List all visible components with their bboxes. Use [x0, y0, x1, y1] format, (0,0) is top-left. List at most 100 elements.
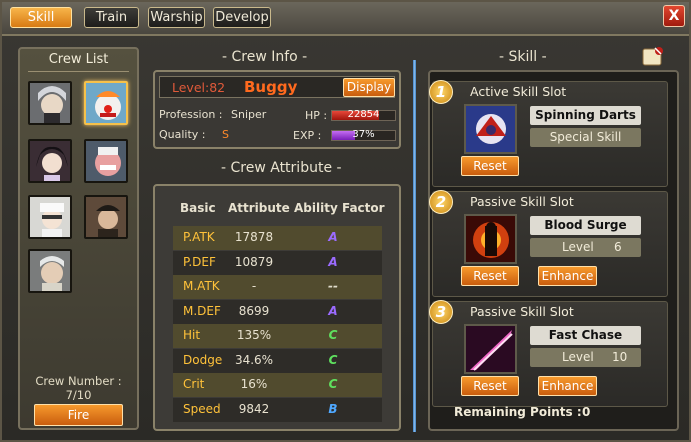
level-label: Level — [562, 240, 594, 254]
reset-button[interactable]: Reset — [461, 266, 519, 286]
crew-list-panel: Crew List Crew Number : 7/10 Fire — [18, 47, 139, 430]
ability-factor-grade: C — [328, 328, 338, 342]
attribute-basic: Hit — [183, 328, 201, 342]
remaining-points-value: 0 — [582, 405, 591, 419]
slot-title: Passive Skill Slot — [470, 304, 574, 319]
ability-factor-grade: C — [328, 352, 338, 367]
header-attribute: Attribute — [228, 201, 290, 215]
passive-skill-slot: 3 Passive Skill Slot Fast Chase Level 10… — [429, 300, 668, 407]
ability-factor-grade: B — [328, 401, 338, 416]
attribute-basic: P.DEF — [183, 254, 216, 269]
crew-portrait-smoker[interactable] — [28, 249, 72, 293]
ability-factor-grade: A — [328, 303, 338, 318]
enhance-button[interactable]: Enhance — [538, 266, 597, 286]
skill-name: Spinning Darts — [530, 106, 641, 125]
table-row: Crit 16% C — [173, 373, 382, 397]
crew-attribute-title: - Crew Attribute - — [221, 160, 342, 176]
table-row: M.ATK - -- — [173, 275, 382, 299]
slot-number-badge: 2 — [429, 190, 453, 214]
quality-value: S — [222, 128, 229, 141]
active-skill-slot: 1 Active Skill Slot Spinning Darts Speci… — [429, 80, 668, 187]
table-row: P.DEF 10879 A — [173, 250, 382, 275]
crew-portrait-dark-hair[interactable] — [28, 139, 72, 183]
skill-level: Level 6 — [530, 238, 641, 257]
attribute-basic: M.ATK — [183, 279, 220, 293]
tab-develop[interactable]: Develop — [213, 7, 271, 28]
crew-list-title: Crew List — [48, 52, 109, 67]
exp-bar: 37% — [331, 129, 396, 141]
slot-number-badge: 3 — [429, 300, 453, 324]
ability-factor-grade: A — [328, 230, 338, 244]
slot-title: Passive Skill Slot — [470, 194, 574, 209]
hp-label: HP : — [305, 109, 328, 122]
table-row: Speed 9842 B — [173, 397, 382, 422]
blood-surge-icon[interactable] — [464, 214, 517, 264]
ability-factor-grade: C — [328, 377, 338, 391]
attribute-value: 10879 — [234, 254, 274, 269]
level-label: Level — [562, 350, 594, 364]
profession-value: Sniper — [231, 108, 267, 121]
attribute-value: 17878 — [234, 230, 274, 244]
level-value: 10 — [612, 350, 628, 364]
hp-value: 22854 — [347, 109, 380, 120]
reset-button[interactable]: Reset — [461, 376, 519, 396]
profession-label: Profession : — [159, 108, 223, 121]
reset-button[interactable]: Reset — [461, 156, 519, 176]
attribute-basic: Crit — [183, 377, 205, 391]
slot-number-badge: 1 — [429, 80, 453, 104]
crew-portrait-buggy[interactable] — [84, 81, 128, 125]
ability-factor-grade: A — [328, 254, 338, 269]
attribute-value: 16% — [240, 377, 268, 391]
close-button[interactable]: X — [663, 5, 685, 27]
attribute-value: - — [251, 279, 257, 293]
attribute-value: 34.6% — [234, 352, 274, 367]
skill-title: - Skill - — [499, 49, 547, 65]
skill-level: Level 10 — [530, 348, 641, 367]
table-row: P.ATK 17878 A — [173, 226, 382, 250]
attribute-value: 9842 — [238, 401, 270, 416]
spinning-darts-icon[interactable] — [464, 104, 517, 154]
skill-type: Special Skill — [530, 128, 641, 147]
fire-button[interactable]: Fire — [34, 404, 123, 426]
tab-skill[interactable]: Skill — [10, 7, 72, 28]
crew-info-title: - Crew Info - — [222, 49, 308, 65]
attribute-basic: Speed — [183, 401, 221, 416]
exp-label: EXP : — [293, 129, 322, 142]
level-value: 6 — [614, 240, 622, 254]
crew-level: Level:82 — [172, 80, 226, 95]
table-row: M.DEF 8699 A — [173, 299, 382, 324]
crew-info-box: Level:82 Buggy Display Profession : Snip… — [153, 70, 401, 149]
passive-skill-slot: 2 Passive Skill Slot Blood Surge Level 6… — [429, 190, 668, 297]
exp-value: 37% — [352, 129, 375, 140]
attribute-basic: M.DEF — [183, 303, 221, 318]
fast-chase-icon[interactable] — [464, 324, 517, 374]
attribute-basic: Dodge — [183, 352, 223, 367]
crew-portrait-crocodile[interactable] — [84, 195, 128, 239]
crew-portrait-pink-pirate[interactable] — [84, 139, 128, 183]
ability-factor-grade: -- — [328, 279, 338, 293]
crew-portrait-silver-hair[interactable] — [28, 81, 72, 125]
enhance-button[interactable]: Enhance — [538, 376, 597, 396]
crew-number-label: Crew Number : — [35, 374, 122, 388]
tab-train[interactable]: Train — [84, 7, 139, 28]
table-row: Dodge 34.6% C — [173, 348, 382, 373]
hp-bar: 22854 — [331, 109, 396, 121]
table-row: Hit 135% C — [173, 324, 382, 348]
skill-name: Blood Surge — [530, 216, 641, 235]
crew-name: Buggy — [244, 78, 298, 96]
crew-number-value: 7/10 — [65, 388, 92, 402]
header-basic: Basic — [180, 201, 216, 215]
attribute-value: 8699 — [238, 303, 270, 318]
quality-label: Quality : — [159, 128, 206, 141]
skill-name: Fast Chase — [530, 326, 641, 345]
divider — [413, 60, 416, 432]
attribute-value: 135% — [236, 328, 272, 342]
remaining-points-label: Remaining Points : — [454, 405, 582, 419]
crew-portrait-white-cap[interactable] — [28, 195, 72, 239]
display-button[interactable]: Display — [343, 78, 395, 97]
attribute-basic: P.ATK — [183, 230, 215, 244]
divider — [28, 71, 129, 72]
tab-warship[interactable]: Warship — [148, 7, 205, 28]
scroll-icon[interactable] — [639, 44, 666, 70]
slot-title: Active Skill Slot — [470, 84, 567, 99]
